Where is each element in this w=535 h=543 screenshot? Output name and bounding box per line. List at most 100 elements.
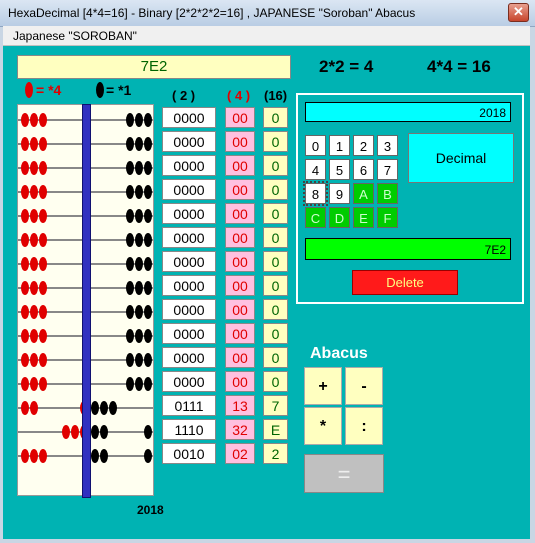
black-bead[interactable] [91, 449, 99, 463]
red-bead[interactable] [21, 137, 29, 151]
black-bead[interactable] [109, 401, 117, 415]
key-b[interactable]: B [377, 183, 398, 204]
black-bead[interactable] [135, 377, 143, 391]
menu-soroban[interactable]: Japanese "SOROBAN" [13, 29, 137, 43]
decimal-button[interactable]: Decimal [408, 133, 514, 183]
red-bead[interactable] [30, 185, 38, 199]
key-c[interactable]: C [305, 207, 326, 228]
red-bead[interactable] [39, 353, 47, 367]
red-bead[interactable] [39, 305, 47, 319]
red-bead[interactable] [21, 329, 29, 343]
black-bead[interactable] [144, 305, 152, 319]
key-4[interactable]: 4 [305, 159, 326, 180]
red-bead[interactable] [30, 281, 38, 295]
black-bead[interactable] [144, 353, 152, 367]
multiply-button[interactable]: * [304, 407, 342, 445]
red-bead[interactable] [21, 233, 29, 247]
black-bead[interactable] [144, 113, 152, 127]
red-bead[interactable] [21, 377, 29, 391]
red-bead[interactable] [30, 353, 38, 367]
key-7[interactable]: 7 [377, 159, 398, 180]
red-bead[interactable] [30, 329, 38, 343]
red-bead[interactable] [30, 305, 38, 319]
black-bead[interactable] [126, 281, 134, 295]
black-bead[interactable] [144, 281, 152, 295]
red-bead[interactable] [39, 449, 47, 463]
red-bead[interactable] [30, 233, 38, 247]
black-bead[interactable] [135, 161, 143, 175]
black-bead[interactable] [144, 257, 152, 271]
decimal-input[interactable]: 2018 [305, 102, 511, 122]
black-bead[interactable] [135, 113, 143, 127]
red-bead[interactable] [62, 425, 70, 439]
key-e[interactable]: E [353, 207, 374, 228]
key-3[interactable]: 3 [377, 135, 398, 156]
red-bead[interactable] [30, 377, 38, 391]
close-button[interactable]: ✕ [508, 3, 529, 22]
black-bead[interactable] [135, 137, 143, 151]
black-bead[interactable] [135, 329, 143, 343]
red-bead[interactable] [39, 233, 47, 247]
red-bead[interactable] [71, 425, 79, 439]
red-bead[interactable] [39, 137, 47, 151]
key-5[interactable]: 5 [329, 159, 350, 180]
red-bead[interactable] [21, 209, 29, 223]
key-a[interactable]: A [353, 183, 374, 204]
red-bead[interactable] [21, 281, 29, 295]
black-bead[interactable] [135, 353, 143, 367]
red-bead[interactable] [39, 281, 47, 295]
key-1[interactable]: 1 [329, 135, 350, 156]
minus-button[interactable]: - [345, 367, 383, 405]
black-bead[interactable] [135, 185, 143, 199]
black-bead[interactable] [91, 425, 99, 439]
red-bead[interactable] [30, 113, 38, 127]
black-bead[interactable] [126, 329, 134, 343]
black-bead[interactable] [135, 257, 143, 271]
red-bead[interactable] [39, 185, 47, 199]
black-bead[interactable] [144, 377, 152, 391]
black-bead[interactable] [144, 449, 152, 463]
key-f[interactable]: F [377, 207, 398, 228]
red-bead[interactable] [21, 305, 29, 319]
key-d[interactable]: D [329, 207, 350, 228]
red-bead[interactable] [30, 449, 38, 463]
red-bead[interactable] [21, 449, 29, 463]
black-bead[interactable] [126, 377, 134, 391]
red-bead[interactable] [21, 161, 29, 175]
divide-button[interactable]: : [345, 407, 383, 445]
red-bead[interactable] [39, 377, 47, 391]
black-bead[interactable] [135, 305, 143, 319]
black-bead[interactable] [126, 257, 134, 271]
black-bead[interactable] [126, 305, 134, 319]
key-8[interactable]: 8 [303, 181, 328, 206]
black-bead[interactable] [135, 209, 143, 223]
black-bead[interactable] [126, 113, 134, 127]
red-bead[interactable] [30, 137, 38, 151]
black-bead[interactable] [144, 161, 152, 175]
black-bead[interactable] [100, 425, 108, 439]
key-6[interactable]: 6 [353, 159, 374, 180]
key-2[interactable]: 2 [353, 135, 374, 156]
red-bead[interactable] [30, 209, 38, 223]
black-bead[interactable] [100, 449, 108, 463]
black-bead[interactable] [126, 209, 134, 223]
black-bead[interactable] [126, 185, 134, 199]
red-bead[interactable] [30, 161, 38, 175]
red-bead[interactable] [39, 113, 47, 127]
black-bead[interactable] [135, 281, 143, 295]
black-bead[interactable] [135, 233, 143, 247]
black-bead[interactable] [144, 329, 152, 343]
black-bead[interactable] [126, 161, 134, 175]
plus-button[interactable]: + [304, 367, 342, 405]
red-bead[interactable] [39, 161, 47, 175]
black-bead[interactable] [126, 353, 134, 367]
red-bead[interactable] [39, 209, 47, 223]
black-bead[interactable] [144, 185, 152, 199]
black-bead[interactable] [126, 137, 134, 151]
key-0[interactable]: 0 [305, 135, 326, 156]
black-bead[interactable] [126, 233, 134, 247]
key-9[interactable]: 9 [329, 183, 350, 204]
black-bead[interactable] [144, 233, 152, 247]
red-bead[interactable] [21, 353, 29, 367]
red-bead[interactable] [39, 257, 47, 271]
